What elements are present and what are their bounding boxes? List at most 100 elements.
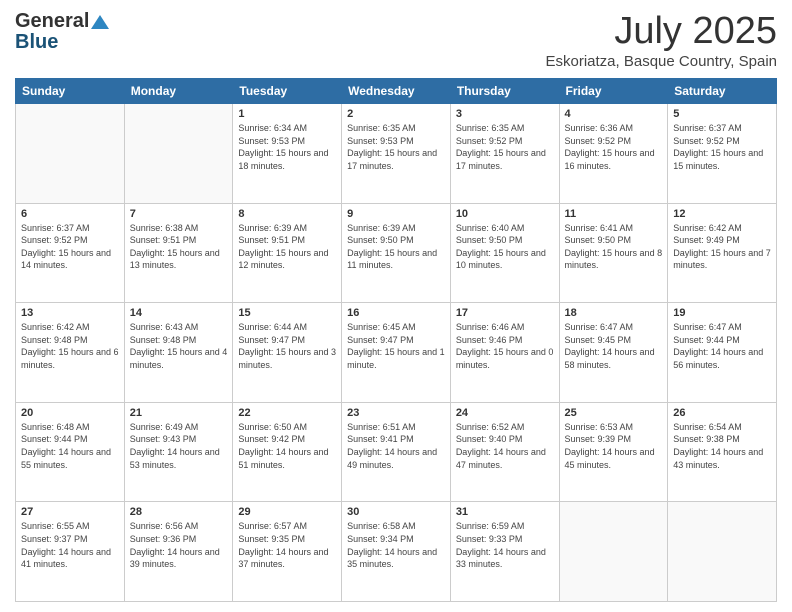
cell-content: Sunrise: 6:37 AM Sunset: 9:52 PM Dayligh… (21, 222, 119, 272)
page: General Blue July 2025 Eskoriatza, Basqu… (0, 0, 792, 612)
day-number: 26 (673, 407, 771, 419)
col-saturday: Saturday (668, 79, 777, 104)
day-number: 16 (347, 307, 445, 319)
cell-content: Sunrise: 6:56 AM Sunset: 9:36 PM Dayligh… (130, 520, 228, 570)
calendar-cell-3-4: 16 Sunrise: 6:45 AM Sunset: 9:47 PM Dayl… (342, 303, 451, 403)
calendar-cell-5-3: 29 Sunrise: 6:57 AM Sunset: 9:35 PM Dayl… (233, 502, 342, 602)
cell-content: Sunrise: 6:53 AM Sunset: 9:39 PM Dayligh… (565, 421, 663, 471)
cell-content: Sunrise: 6:59 AM Sunset: 9:33 PM Dayligh… (456, 520, 554, 570)
calendar-cell-4-5: 24 Sunrise: 6:52 AM Sunset: 9:40 PM Dayl… (450, 402, 559, 502)
day-number: 28 (130, 506, 228, 518)
calendar-cell-2-1: 6 Sunrise: 6:37 AM Sunset: 9:52 PM Dayli… (16, 203, 125, 303)
cell-content: Sunrise: 6:41 AM Sunset: 9:50 PM Dayligh… (565, 222, 663, 272)
cell-content: Sunrise: 6:37 AM Sunset: 9:52 PM Dayligh… (673, 122, 771, 172)
cell-content: Sunrise: 6:38 AM Sunset: 9:51 PM Dayligh… (130, 222, 228, 272)
day-number: 14 (130, 307, 228, 319)
day-number: 19 (673, 307, 771, 319)
week-row-5: 27 Sunrise: 6:55 AM Sunset: 9:37 PM Dayl… (16, 502, 777, 602)
col-sunday: Sunday (16, 79, 125, 104)
title-block: July 2025 Eskoriatza, Basque Country, Sp… (545, 10, 777, 70)
cell-content: Sunrise: 6:39 AM Sunset: 9:50 PM Dayligh… (347, 222, 445, 272)
calendar-cell-4-4: 23 Sunrise: 6:51 AM Sunset: 9:41 PM Dayl… (342, 402, 451, 502)
day-number: 12 (673, 208, 771, 220)
cell-content: Sunrise: 6:42 AM Sunset: 9:49 PM Dayligh… (673, 222, 771, 272)
calendar-cell-1-4: 2 Sunrise: 6:35 AM Sunset: 9:53 PM Dayli… (342, 104, 451, 204)
cell-content: Sunrise: 6:57 AM Sunset: 9:35 PM Dayligh… (238, 520, 336, 570)
cell-content: Sunrise: 6:49 AM Sunset: 9:43 PM Dayligh… (130, 421, 228, 471)
calendar-header-row: Sunday Monday Tuesday Wednesday Thursday… (16, 79, 777, 104)
calendar-cell-5-6 (559, 502, 668, 602)
day-number: 22 (238, 407, 336, 419)
week-row-3: 13 Sunrise: 6:42 AM Sunset: 9:48 PM Dayl… (16, 303, 777, 403)
day-number: 3 (456, 108, 554, 120)
calendar-cell-4-3: 22 Sunrise: 6:50 AM Sunset: 9:42 PM Dayl… (233, 402, 342, 502)
day-number: 17 (456, 307, 554, 319)
day-number: 15 (238, 307, 336, 319)
logo-blue-text: Blue (15, 31, 58, 54)
cell-content: Sunrise: 6:54 AM Sunset: 9:38 PM Dayligh… (673, 421, 771, 471)
calendar-cell-4-7: 26 Sunrise: 6:54 AM Sunset: 9:38 PM Dayl… (668, 402, 777, 502)
calendar-cell-3-2: 14 Sunrise: 6:43 AM Sunset: 9:48 PM Dayl… (124, 303, 233, 403)
calendar-cell-2-6: 11 Sunrise: 6:41 AM Sunset: 9:50 PM Dayl… (559, 203, 668, 303)
day-number: 1 (238, 108, 336, 120)
day-number: 21 (130, 407, 228, 419)
calendar-cell-4-6: 25 Sunrise: 6:53 AM Sunset: 9:39 PM Dayl… (559, 402, 668, 502)
calendar-cell-2-4: 9 Sunrise: 6:39 AM Sunset: 9:50 PM Dayli… (342, 203, 451, 303)
calendar-cell-3-1: 13 Sunrise: 6:42 AM Sunset: 9:48 PM Dayl… (16, 303, 125, 403)
day-number: 13 (21, 307, 119, 319)
cell-content: Sunrise: 6:47 AM Sunset: 9:45 PM Dayligh… (565, 321, 663, 371)
calendar-cell-5-4: 30 Sunrise: 6:58 AM Sunset: 9:34 PM Dayl… (342, 502, 451, 602)
calendar-cell-5-7 (668, 502, 777, 602)
col-tuesday: Tuesday (233, 79, 342, 104)
week-row-1: 1 Sunrise: 6:34 AM Sunset: 9:53 PM Dayli… (16, 104, 777, 204)
cell-content: Sunrise: 6:55 AM Sunset: 9:37 PM Dayligh… (21, 520, 119, 570)
calendar-cell-5-2: 28 Sunrise: 6:56 AM Sunset: 9:36 PM Dayl… (124, 502, 233, 602)
col-friday: Friday (559, 79, 668, 104)
day-number: 18 (565, 307, 663, 319)
header: General Blue July 2025 Eskoriatza, Basqu… (15, 10, 777, 70)
logo-general-text: General (15, 10, 89, 33)
calendar-cell-1-3: 1 Sunrise: 6:34 AM Sunset: 9:53 PM Dayli… (233, 104, 342, 204)
cell-content: Sunrise: 6:58 AM Sunset: 9:34 PM Dayligh… (347, 520, 445, 570)
day-number: 20 (21, 407, 119, 419)
calendar-cell-2-5: 10 Sunrise: 6:40 AM Sunset: 9:50 PM Dayl… (450, 203, 559, 303)
calendar-cell-1-2 (124, 104, 233, 204)
calendar-cell-2-3: 8 Sunrise: 6:39 AM Sunset: 9:51 PM Dayli… (233, 203, 342, 303)
day-number: 2 (347, 108, 445, 120)
day-number: 4 (565, 108, 663, 120)
calendar-cell-2-2: 7 Sunrise: 6:38 AM Sunset: 9:51 PM Dayli… (124, 203, 233, 303)
day-number: 24 (456, 407, 554, 419)
day-number: 9 (347, 208, 445, 220)
cell-content: Sunrise: 6:44 AM Sunset: 9:47 PM Dayligh… (238, 321, 336, 371)
day-number: 30 (347, 506, 445, 518)
calendar-cell-3-7: 19 Sunrise: 6:47 AM Sunset: 9:44 PM Dayl… (668, 303, 777, 403)
day-number: 23 (347, 407, 445, 419)
subtitle: Eskoriatza, Basque Country, Spain (545, 53, 777, 70)
calendar-cell-2-7: 12 Sunrise: 6:42 AM Sunset: 9:49 PM Dayl… (668, 203, 777, 303)
day-number: 25 (565, 407, 663, 419)
calendar-cell-4-2: 21 Sunrise: 6:49 AM Sunset: 9:43 PM Dayl… (124, 402, 233, 502)
calendar-cell-4-1: 20 Sunrise: 6:48 AM Sunset: 9:44 PM Dayl… (16, 402, 125, 502)
cell-content: Sunrise: 6:34 AM Sunset: 9:53 PM Dayligh… (238, 122, 336, 172)
cell-content: Sunrise: 6:47 AM Sunset: 9:44 PM Dayligh… (673, 321, 771, 371)
logo: General Blue (15, 10, 109, 54)
col-wednesday: Wednesday (342, 79, 451, 104)
day-number: 31 (456, 506, 554, 518)
day-number: 11 (565, 208, 663, 220)
calendar-cell-1-5: 3 Sunrise: 6:35 AM Sunset: 9:52 PM Dayli… (450, 104, 559, 204)
cell-content: Sunrise: 6:46 AM Sunset: 9:46 PM Dayligh… (456, 321, 554, 371)
calendar-cell-1-7: 5 Sunrise: 6:37 AM Sunset: 9:52 PM Dayli… (668, 104, 777, 204)
calendar-cell-1-1 (16, 104, 125, 204)
cell-content: Sunrise: 6:45 AM Sunset: 9:47 PM Dayligh… (347, 321, 445, 371)
cell-content: Sunrise: 6:42 AM Sunset: 9:48 PM Dayligh… (21, 321, 119, 371)
day-number: 10 (456, 208, 554, 220)
week-row-4: 20 Sunrise: 6:48 AM Sunset: 9:44 PM Dayl… (16, 402, 777, 502)
calendar-cell-5-1: 27 Sunrise: 6:55 AM Sunset: 9:37 PM Dayl… (16, 502, 125, 602)
day-number: 6 (21, 208, 119, 220)
cell-content: Sunrise: 6:50 AM Sunset: 9:42 PM Dayligh… (238, 421, 336, 471)
col-monday: Monday (124, 79, 233, 104)
cell-content: Sunrise: 6:35 AM Sunset: 9:53 PM Dayligh… (347, 122, 445, 172)
cell-content: Sunrise: 6:48 AM Sunset: 9:44 PM Dayligh… (21, 421, 119, 471)
week-row-2: 6 Sunrise: 6:37 AM Sunset: 9:52 PM Dayli… (16, 203, 777, 303)
cell-content: Sunrise: 6:35 AM Sunset: 9:52 PM Dayligh… (456, 122, 554, 172)
